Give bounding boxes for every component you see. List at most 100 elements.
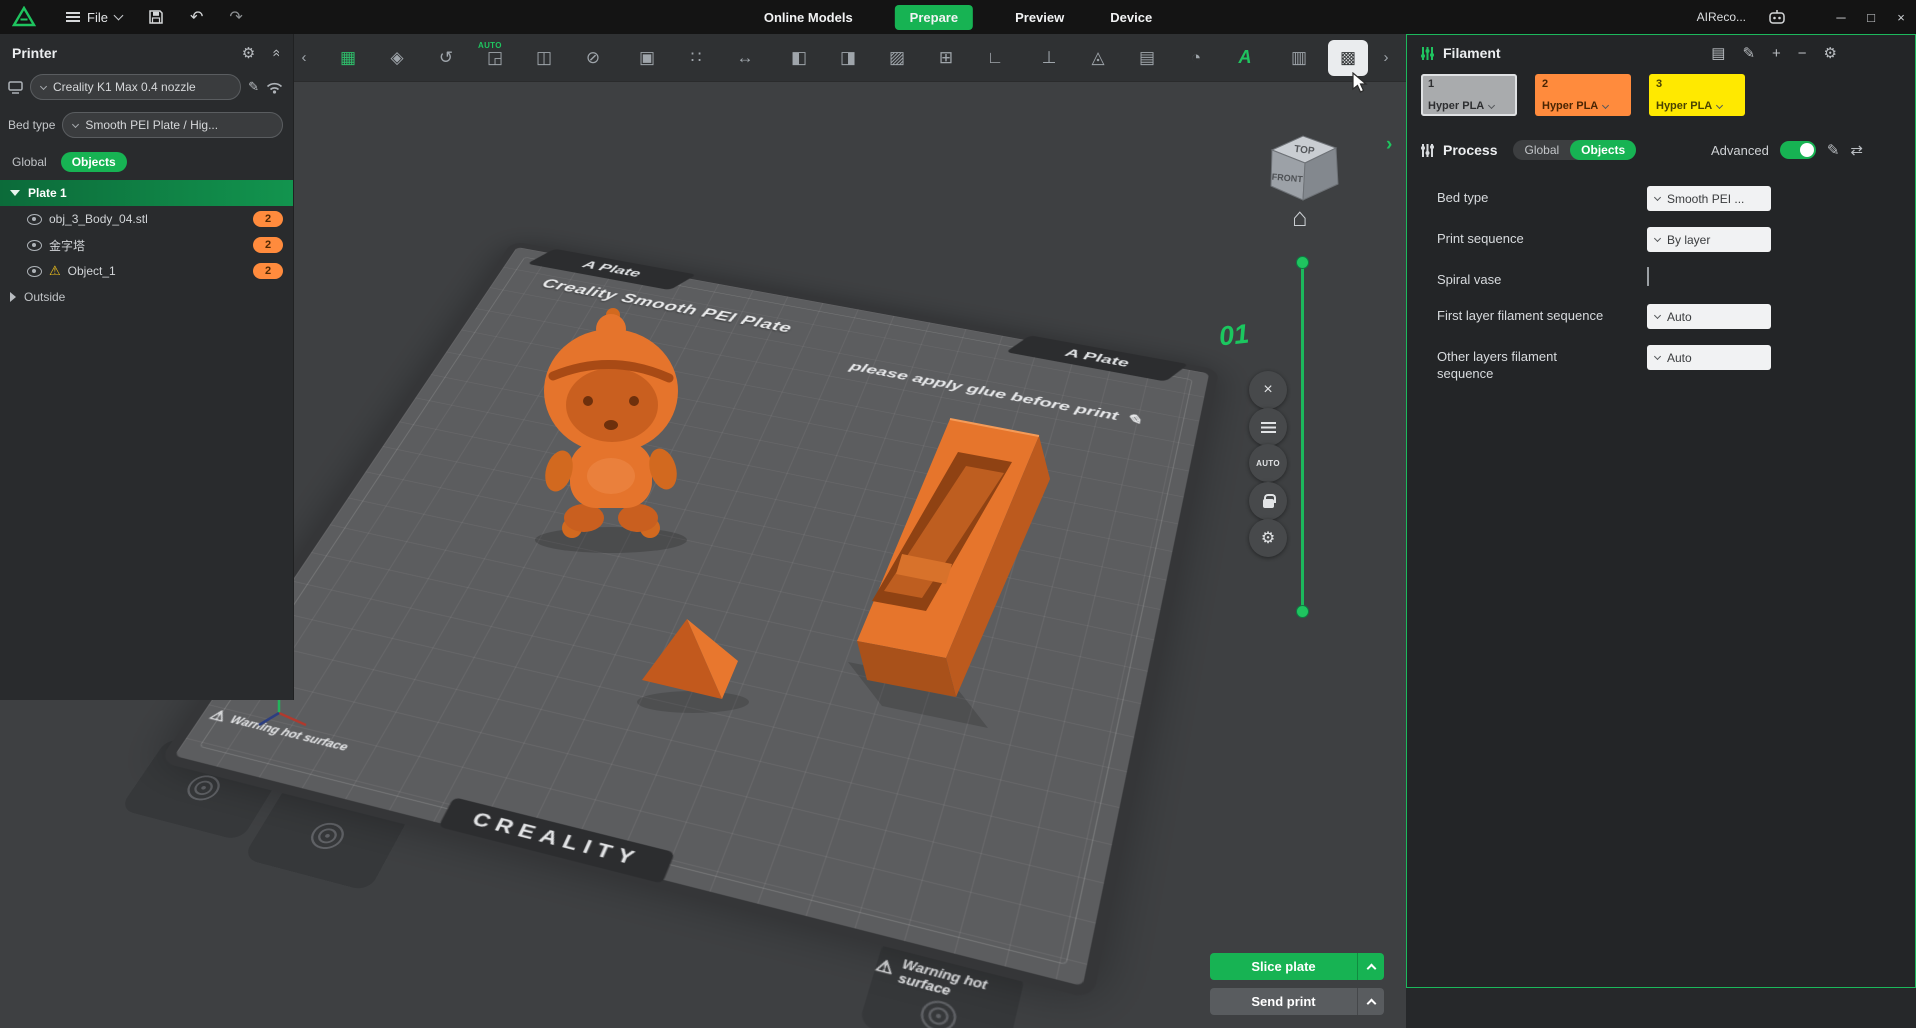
close-selection-button[interactable]: × xyxy=(1249,371,1287,409)
add-plate-tool[interactable]: ▦ xyxy=(328,40,368,76)
tree-item-object[interactable]: obj_3_Body_04.stl 2 xyxy=(0,206,293,232)
remove-filament-button[interactable]: − xyxy=(1798,45,1807,62)
spiral-vase-checkbox[interactable] xyxy=(1647,267,1649,286)
filament-settings-icon[interactable]: ⚙ xyxy=(1824,44,1837,62)
maximize-button[interactable]: □ xyxy=(1856,0,1886,34)
edit-filament-icon[interactable]: ✎ xyxy=(1742,44,1755,62)
support-tool[interactable]: ⊥ xyxy=(1029,40,1069,76)
add-filament-button[interactable]: + xyxy=(1772,45,1781,62)
undo-button[interactable]: ↶ xyxy=(190,7,203,27)
send-print-button[interactable]: Send print xyxy=(1210,988,1384,1015)
edit-printer-icon[interactable]: ✎ xyxy=(248,79,259,95)
tree-item-label: 金字塔 xyxy=(49,237,85,254)
close-button[interactable]: × xyxy=(1886,0,1916,34)
rotate-tool[interactable]: ↺ xyxy=(426,40,466,76)
minimize-button[interactable]: ─ xyxy=(1826,0,1856,34)
layer-tool[interactable]: ▤ xyxy=(1127,40,1167,76)
process-title: Process xyxy=(1443,142,1497,158)
slice-options-arrow[interactable] xyxy=(1357,953,1384,980)
filament-badge[interactable]: 2 xyxy=(253,237,283,253)
mode-tabs: Online Models Prepare Preview Device xyxy=(760,5,1156,30)
process-tab-objects[interactable]: Objects xyxy=(1570,140,1636,160)
lock-view-button[interactable] xyxy=(1249,482,1287,520)
tab-prepare[interactable]: Prepare xyxy=(895,5,973,30)
filament-badge[interactable]: 2 xyxy=(253,211,283,227)
print-sequence-select[interactable]: By layer xyxy=(1647,227,1771,252)
seam-tool[interactable]: ◬ xyxy=(1078,40,1118,76)
home-view-button[interactable]: ⌂ xyxy=(1292,202,1308,233)
timelapse-tool[interactable]: ◔ xyxy=(1176,40,1216,76)
stats-tool[interactable]: ▥ xyxy=(1279,40,1319,76)
save-button[interactable] xyxy=(148,9,164,25)
sync-process-icon[interactable]: ⇄ xyxy=(1850,141,1863,159)
layer-slider[interactable] xyxy=(1296,256,1309,618)
account-label[interactable]: AIReco... xyxy=(1697,10,1746,24)
redo-button[interactable]: ↷ xyxy=(229,7,242,27)
device-matrix-tool[interactable]: ▩ xyxy=(1328,40,1368,76)
slider-knob-bottom[interactable] xyxy=(1296,605,1309,618)
eye-icon[interactable] xyxy=(26,265,42,277)
delete-tool[interactable]: ⊘ xyxy=(573,40,613,76)
filament-slot-1[interactable]: 1 Hyper PLA xyxy=(1421,74,1517,116)
wifi-icon[interactable] xyxy=(266,81,283,94)
shell-tool[interactable]: ◨ xyxy=(828,40,868,76)
pattern-tool[interactable]: ∷ xyxy=(676,40,716,76)
slice-plate-button[interactable]: Slice plate xyxy=(1210,953,1384,980)
assistant-icon[interactable] xyxy=(1768,9,1786,25)
chevron-down-icon xyxy=(114,11,124,21)
edit-process-icon[interactable]: ✎ xyxy=(1827,141,1840,159)
fill-tool[interactable]: ◧ xyxy=(779,40,819,76)
printer-settings-icon[interactable]: ⚙ xyxy=(242,44,255,62)
file-menu[interactable]: File xyxy=(66,10,122,25)
auto-arrange-button[interactable]: AUTO xyxy=(1249,444,1287,482)
hatch-tool[interactable]: ▨ xyxy=(877,40,917,76)
caret-right-icon[interactable] xyxy=(10,292,16,302)
advanced-toggle[interactable] xyxy=(1780,141,1816,159)
chevron-down-icon xyxy=(72,120,79,127)
toolbar-collapse-left[interactable]: ‹ xyxy=(294,49,314,66)
send-options-arrow[interactable] xyxy=(1357,988,1384,1015)
view-cube[interactable]: TOP FRONT xyxy=(1258,114,1352,208)
filament-badge[interactable]: 2 xyxy=(253,263,283,279)
tab-global[interactable]: Global xyxy=(12,155,47,169)
text-tool[interactable]: A xyxy=(1225,40,1265,76)
object-list-button[interactable] xyxy=(1249,408,1287,446)
tab-device[interactable]: Device xyxy=(1106,5,1156,30)
filament-slot-3[interactable]: 3 Hyper PLA xyxy=(1649,74,1745,116)
tree-item-object[interactable]: ⚠ Object_1 2 xyxy=(0,258,293,284)
filament-slot-2[interactable]: 2 Hyper PLA xyxy=(1535,74,1631,116)
printer-select[interactable]: Creality K1 Max 0.4 nozzle xyxy=(30,74,241,100)
top-bar: File ↶ ↷ Online Models Prepare Preview D… xyxy=(0,0,1916,34)
tab-online-models[interactable]: Online Models xyxy=(760,5,857,30)
measure-tool[interactable]: ∟ xyxy=(975,40,1015,76)
process-tab-global[interactable]: Global xyxy=(1513,140,1570,160)
tab-objects[interactable]: Objects xyxy=(61,152,127,172)
toolbar-collapse-right[interactable]: › xyxy=(1376,49,1396,66)
auto-orient-tool[interactable]: AUTO◲ xyxy=(475,40,515,76)
bed-type-select[interactable]: Smooth PEI Plate / Hig... xyxy=(62,112,283,138)
mirror-tool[interactable]: ↔ xyxy=(725,40,765,76)
tree-item-plate[interactable]: Plate 1 xyxy=(0,180,293,206)
slider-knob-top[interactable] xyxy=(1296,256,1309,269)
material-station-icon[interactable]: ▤ xyxy=(1711,44,1725,62)
tree-item-label: obj_3_Body_04.stl xyxy=(49,212,148,226)
clone-tool[interactable]: ▣ xyxy=(627,40,667,76)
creality-logo-icon xyxy=(12,6,36,28)
collapse-panel-icon[interactable]: » xyxy=(267,49,283,57)
eye-icon[interactable] xyxy=(26,213,42,225)
fingerprint-icon xyxy=(917,997,959,1028)
eye-icon[interactable] xyxy=(26,239,42,251)
other-layers-sequence-select[interactable]: Auto xyxy=(1647,345,1771,370)
tab-preview[interactable]: Preview xyxy=(1011,5,1068,30)
right-panel-collapse-arrow[interactable]: › xyxy=(1386,134,1392,156)
split-tool[interactable]: ◫ xyxy=(524,40,564,76)
tree-item-object[interactable]: 金字塔 2 xyxy=(0,232,293,258)
viewport-settings-button[interactable]: ⚙ xyxy=(1249,519,1287,557)
first-layer-sequence-select[interactable]: Auto xyxy=(1647,304,1771,329)
duplicate-tool[interactable]: ⊞ xyxy=(926,40,966,76)
bed-type-value: Smooth PEI Plate / Hig... xyxy=(85,118,218,132)
bed-type-select[interactable]: Smooth PEI ... xyxy=(1647,186,1771,211)
arrange-tool[interactable]: ◈ xyxy=(377,40,417,76)
caret-down-icon[interactable] xyxy=(10,190,20,196)
tree-item-outside[interactable]: Outside xyxy=(0,284,293,310)
